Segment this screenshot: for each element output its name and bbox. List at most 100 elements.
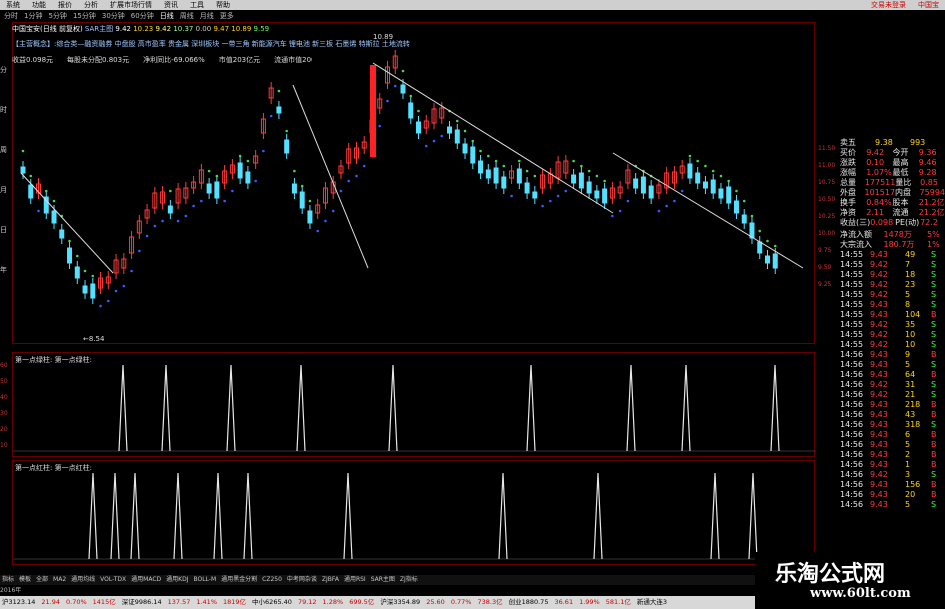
price-chart[interactable]: ←8.54 10.89	[12, 22, 815, 344]
period-monthly[interactable]: 月线	[200, 10, 214, 22]
sar-dot	[293, 169, 296, 173]
quote-label: 涨幅	[840, 168, 856, 177]
period-intraday[interactable]: 分时	[4, 10, 18, 22]
login-status[interactable]: 交易未登录	[865, 0, 912, 10]
tick-volume: 21	[905, 390, 916, 399]
candle-body	[400, 84, 406, 94]
menu-item-tools[interactable]: 工具	[184, 0, 210, 10]
net-inflow-pct: 5%	[927, 230, 940, 239]
indicator-tab[interactable]: 通用KDJ	[166, 575, 188, 585]
tick-volume: 9	[905, 350, 911, 359]
indicator-tab[interactable]: VOL-TDX	[100, 575, 126, 585]
candle-body	[485, 169, 491, 179]
sar-dot	[223, 199, 226, 203]
sar-dot	[626, 199, 630, 203]
tick-time: 14:55	[840, 320, 864, 329]
sar-dot	[122, 284, 126, 288]
time-scroll[interactable]: 2016年	[0, 587, 760, 595]
left-label[interactable]: 月	[0, 185, 7, 195]
tick-row: 14:55 9.43 104 B	[840, 310, 945, 320]
ind1-tick: 20	[0, 426, 8, 433]
status-index-value: 79.12	[297, 598, 317, 606]
red-spike-chart[interactable]	[13, 461, 816, 566]
sar-dot	[595, 174, 599, 178]
candle-body	[416, 121, 422, 134]
tick-row: 14:55 9.43 49 S	[840, 250, 945, 260]
period-5min[interactable]: 5分钟	[48, 10, 66, 22]
period-30min[interactable]: 30分钟	[102, 10, 125, 22]
left-label[interactable]: 年	[0, 265, 7, 275]
menu-item-news[interactable]: 资讯	[158, 0, 184, 10]
quote-label: 总量	[840, 178, 856, 187]
period-selector: 分时 1分钟 5分钟 15分钟 30分钟 60分钟 日线 周线 月线 更多	[0, 10, 945, 22]
tick-time: 14:55	[840, 280, 864, 289]
indicator-tab[interactable]: ZJ指标	[400, 575, 418, 585]
indicator-tab[interactable]: 通用黑金分割	[221, 575, 257, 585]
menu-item-function[interactable]: 功能	[26, 0, 52, 10]
quote-value: 0.84%	[866, 198, 892, 207]
tick-list[interactable]: 14:55 9.43 49 S 14:55 9.42 7 S 14:55 9.42 18 S 14:55…	[840, 250, 945, 510]
sar-dot	[192, 204, 195, 208]
menu-item-extended-market[interactable]: 扩展市场行情	[104, 0, 158, 10]
stock-title: 中国宝安(日线 前复权)	[12, 25, 83, 33]
indicator-name[interactable]: SAR主图	[85, 25, 113, 33]
period-more[interactable]: 更多	[220, 10, 234, 22]
indicator-panel-red[interactable]: 第一点红柱: 第一点红柱:	[12, 460, 816, 566]
tick-row: 14:56 9.43 318 S	[840, 420, 945, 430]
left-label[interactable]: 时	[0, 105, 7, 115]
period-weekly[interactable]: 周线	[180, 10, 194, 22]
tick-price: 9.42	[870, 290, 888, 299]
indicator-tab[interactable]: CZ250	[262, 575, 282, 585]
tick-price: 9.42	[870, 280, 888, 289]
indicator-tab[interactable]: 全部	[36, 575, 48, 585]
tick-row: 14:56 9.42 21 S	[840, 390, 945, 400]
period-daily[interactable]: 日线	[160, 10, 174, 22]
candle-body	[726, 186, 732, 204]
indicator-tab[interactable]: 通用RSI	[344, 575, 366, 585]
price-tick: 10.00	[818, 230, 836, 237]
tick-row: 14:56 9.43 43 B	[840, 410, 945, 420]
sar-dot	[21, 149, 25, 153]
indicator-tab[interactable]: 指标	[2, 575, 14, 585]
indicator-tab[interactable]: BOLL-M	[193, 575, 216, 585]
indicator-tab[interactable]: 模板	[19, 575, 31, 585]
indicator-tab[interactable]: 通用MACD	[131, 575, 161, 585]
tick-price: 9.43	[870, 350, 888, 359]
sar-dot	[673, 199, 676, 203]
left-label[interactable]: 周	[0, 145, 7, 155]
sar-dot	[471, 139, 475, 143]
indicator-tab[interactable]: 通用均线	[71, 575, 95, 585]
menu-item-quote[interactable]: 报价	[52, 0, 78, 10]
period-1min[interactable]: 1分钟	[24, 10, 42, 22]
price-axis: 11.50 11.00 10.75 10.50 10.25 10.00 9.75…	[818, 145, 842, 295]
menu-item-analysis[interactable]: 分析	[78, 0, 104, 10]
sar-dot	[665, 204, 668, 208]
indicator-tab[interactable]: 中考网杂谈	[287, 575, 317, 585]
period-15min[interactable]: 15分钟	[73, 10, 96, 22]
tick-row: 14:55 9.42 23 S	[840, 280, 945, 290]
indicator-tab[interactable]: ZJBFA	[322, 575, 339, 585]
sar-dot	[487, 154, 490, 158]
status-index-value: 1.41%	[196, 598, 217, 606]
tick-price: 9.43	[870, 360, 888, 369]
left-label[interactable]: 日	[0, 225, 7, 235]
candle-body	[571, 174, 577, 184]
indicator-tab[interactable]: SAR主图	[371, 575, 395, 585]
tick-price: 9.43	[870, 370, 888, 379]
tick-side: B	[931, 480, 937, 489]
period-60min[interactable]: 60分钟	[131, 10, 154, 22]
green-spike-chart[interactable]	[13, 353, 816, 458]
menu-item-help[interactable]: 帮助	[210, 0, 236, 10]
quote-row: 换手 0.84% 股本 21.2亿	[840, 198, 945, 208]
sar-dot	[525, 169, 529, 173]
menu-item-system[interactable]: 系统	[0, 0, 26, 10]
left-label[interactable]: 分	[0, 65, 7, 75]
candlestick-chart[interactable]: ←8.54 10.89	[13, 23, 816, 345]
indicator-tab[interactable]: MA2	[53, 575, 66, 585]
sar-dot	[409, 94, 413, 98]
big-red-candle	[370, 65, 376, 157]
indicator-panel-green[interactable]: 第一点绿柱: 第一点绿柱:	[12, 352, 816, 458]
tick-side: S	[931, 280, 937, 289]
sar-dot	[502, 164, 506, 168]
sar-dot	[324, 219, 327, 223]
